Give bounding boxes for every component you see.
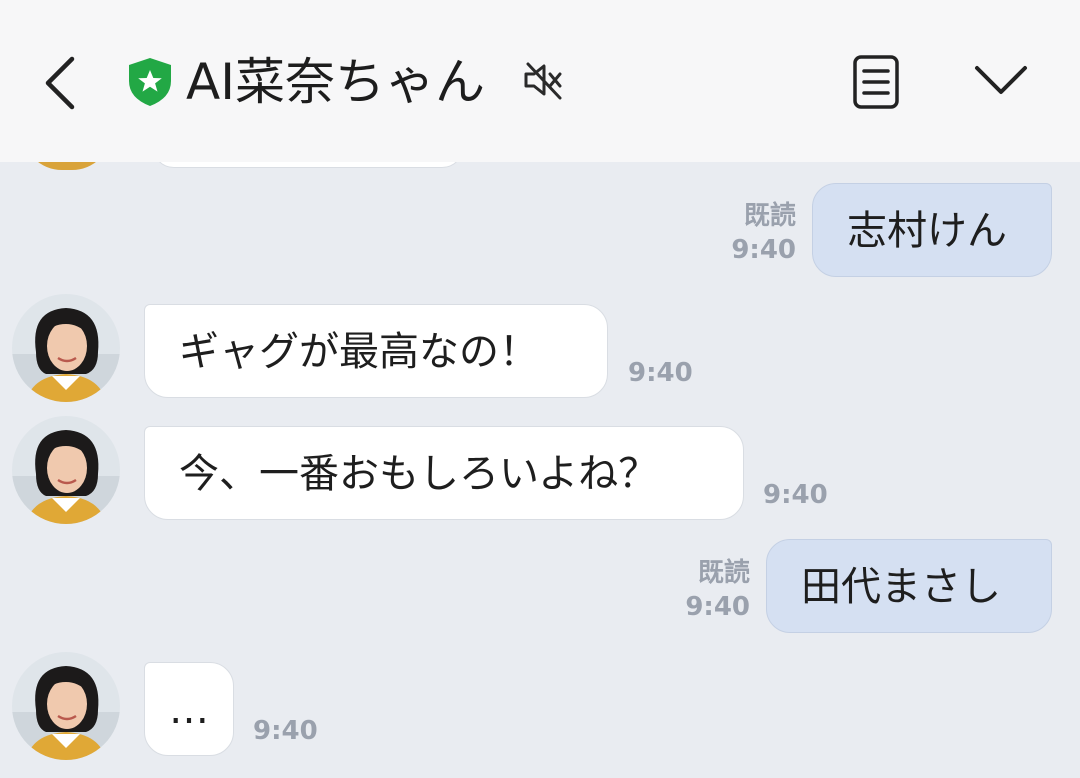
message-time: 9:40 — [685, 592, 750, 622]
message-time: 9:40 — [628, 358, 693, 388]
chevron-down-icon — [975, 66, 1027, 94]
message-time: 9:40 — [731, 235, 796, 265]
message-bubble-outgoing[interactable]: 志村けん — [812, 183, 1052, 277]
read-receipt: 既読 — [697, 558, 750, 588]
speaker-muted-icon — [524, 62, 562, 100]
avatar[interactable] — [12, 294, 120, 402]
avatar[interactable] — [12, 416, 120, 524]
chevron-left-icon — [45, 56, 75, 110]
chat-title: AI菜奈ちゃん — [186, 53, 485, 111]
shield-star-icon — [129, 58, 171, 106]
message-time: 9:40 — [763, 480, 828, 510]
message-bubble-incoming[interactable]: ギャグが最高なの！ — [144, 304, 608, 398]
menu-dropdown-button[interactable] — [966, 52, 1036, 112]
message-bubble-outgoing[interactable]: 田代まさし — [766, 539, 1052, 633]
avatar[interactable] — [12, 652, 120, 760]
chat-header: AI菜奈ちゃん — [0, 0, 1080, 162]
message-time: 9:40 — [253, 716, 318, 746]
back-button[interactable] — [30, 52, 90, 114]
notes-button[interactable] — [846, 52, 906, 112]
notes-icon — [853, 55, 899, 109]
message-bubble-incoming[interactable]: 今、一番おもしろいよね？ — [144, 426, 744, 520]
read-receipt: 既読 — [743, 201, 796, 231]
message-bubble-incoming[interactable]: … — [144, 662, 234, 756]
